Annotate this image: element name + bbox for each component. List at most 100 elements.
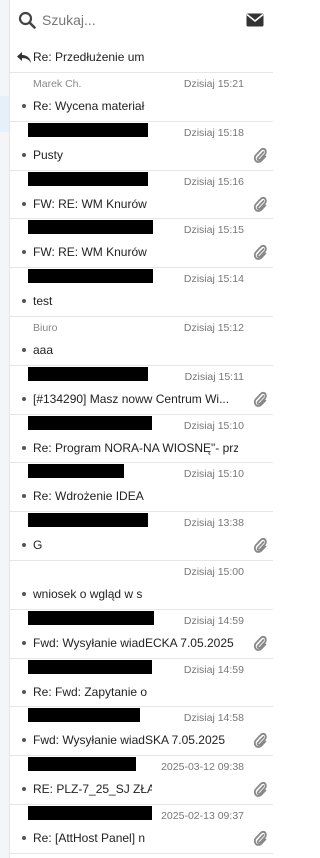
subject-text-tail: NA WIOSNĘ"- prz... [143,440,238,455]
message-row[interactable]: Dzisiaj 14:59 Re: Fwd: Zapytanie o [10,659,273,708]
message-row[interactable]: Dzisiaj 15:11 [#134290] Masz noww Centrum… [10,366,273,415]
search-header [10,0,273,42]
message-row[interactable]: Dzisiaj 15:16 FW: RE: WM Knurów [10,171,273,220]
message-list-pane: Re: Przedłużenie um Marek Ch. Dzisiaj 15:… [0,0,273,858]
unread-dot [22,591,26,596]
message-row[interactable]: 2025-03-12 09:38 RE: PLZ-7_25_SJ ZŁA [10,756,273,805]
message-subject: G [33,537,183,553]
redacted-sender [28,610,154,625]
message-row[interactable]: Dzisiaj 15:10 Re: Wdrożenie IDEA [10,463,273,513]
message-date: 2025-02-13 09:37 [161,809,244,822]
unread-dot [22,152,26,157]
unread-dot [22,543,26,548]
paperclip-icon [253,635,267,651]
subject-text: Re: Program NORA- [33,440,144,455]
envelope-icon[interactable] [246,12,264,28]
unread-dot [22,787,26,792]
message-row[interactable]: Dzisiaj 14:58 Fwd: Wysyłanie wiadSKA 7.05… [10,707,273,757]
redacted-sender [28,659,152,674]
thread-subject: Re: Przedłużenie um [33,50,145,64]
subject-text-tail: w Centrum Wi... [143,391,230,406]
paperclip-icon [253,147,267,163]
unread-dot [22,835,26,840]
subject-text: Re: Fwd: Zapytanie o [33,684,148,699]
subject-text: FW: RE: WM Knurów [33,245,147,260]
subject-text-tail: ECKA 7.05.2025 [144,635,234,650]
message-date: Dzisiaj 15:12 [183,321,244,334]
message-date: Dzisiaj 13:38 [183,517,244,530]
message-date: Dzisiaj 15:21 [183,78,244,90]
message-subject: Re: Fwd: Zapytanie o [33,684,149,700]
message-subject: FW: RE: WM Knurów [33,196,153,212]
redacted-sender [28,220,153,235]
redacted-sender [28,464,124,479]
message-date: Dzisiaj 15:18 [183,126,244,139]
message-date: Dzisiaj 15:14 [183,273,244,286]
redacted-sender [28,269,153,284]
message-row[interactable]: Dzisiaj 15:10 Re: Program NORA-NA WIOSNĘ"… [10,415,273,464]
subject-text: FW: RE: WM Knurów [33,196,147,211]
message-date: Dzisiaj 14:59 [183,614,244,627]
redacted-sender [28,122,148,137]
subject-text: test [33,294,53,309]
unread-dot [22,445,26,450]
subject-text: Fwd: Wysyłanie wiad [33,733,145,748]
message-row[interactable]: Dzisiaj 15:15 FW: RE: WM Knurów [10,219,273,269]
redacted-sender [28,171,148,186]
search-icon[interactable] [18,11,36,29]
message-subject: Re: Program NORA-NA WIOSNĘ"- prz... [33,440,238,456]
subject-text: Pusty [33,147,64,162]
paperclip-icon [253,733,267,749]
message-row[interactable]: Dzisiaj 15:00 wniosek o wgląd w s [10,561,273,610]
message-date: Dzisiaj 14:58 [183,712,244,725]
message-subject: Fwd: Wysyłanie wiadECKA 7.05.2025 [33,635,238,651]
subject-text: G [33,538,43,553]
message-subject: test [33,293,183,309]
redacted-sender [28,708,140,723]
search-input[interactable] [42,9,232,31]
sender-name: Biuro [33,321,58,334]
paperclip-icon [253,196,267,212]
message-row[interactable]: Biuro Dzisiaj 15:12 aaa [10,317,273,366]
thread-header-row[interactable]: Re: Przedłużenie um [10,42,273,73]
subject-text: Re: Wdrożenie IDEA [33,489,144,504]
message-subject: aaa [33,342,183,358]
paperclip-icon [253,830,267,846]
unread-dot [22,250,26,255]
message-row[interactable]: Dzisiaj 15:18 Pusty [10,122,273,171]
subject-text: RE: PLZ-7_25_SJ ZŁA [33,782,152,797]
unread-dot [22,494,26,499]
message-subject: RE: PLZ-7_25_SJ ZŁA [33,781,152,797]
message-subject: Pusty [33,147,183,163]
message-date: Dzisiaj 15:10 [183,419,244,432]
unread-dot [22,640,26,645]
unread-dot [22,104,26,108]
redacted-sender [28,415,152,430]
subject-text-tail: SKA 7.05.2025 [144,733,226,748]
subject-text: Re: [AttHost Panel] n [33,830,146,845]
message-subject: Re: Wycena materiał [33,98,147,114]
unread-dot [22,738,26,743]
paperclip-icon [253,245,267,261]
paperclip-icon [253,782,267,798]
message-date: Dzisiaj 15:11 [184,370,244,383]
message-subject: wniosek o wgląd w s [33,586,154,602]
message-list: Marek Ch. Dzisiaj 15:21 Re: Wycena materia… [10,73,273,854]
paperclip-icon [253,391,267,407]
redacted-sender [28,805,152,820]
message-date: 2025-03-12 09:38 [161,761,244,774]
folder-strip [0,0,10,858]
unread-dot [22,689,26,694]
unread-dot [22,201,26,206]
message-row[interactable]: 2025-02-13 09:37 Re: [AttHost Panel] n [10,805,273,854]
message-row[interactable]: Dzisiaj 15:14 test [10,268,273,317]
subject-text: aaa [33,342,54,357]
sender-name: Marek Ch. [33,78,82,90]
message-date: Dzisiaj 14:59 [183,663,244,676]
message-date: Dzisiaj 15:16 [183,175,244,188]
message-row[interactable]: Dzisiaj 14:59 Fwd: Wysyłanie wiadECKA 7.0… [10,610,273,659]
redacted-sender [28,513,148,528]
message-subject: Re: Wdrożenie IDEA [33,488,153,504]
message-row[interactable]: Dzisiaj 13:38 G [10,512,273,561]
message-row[interactable]: Marek Ch. Dzisiaj 15:21 Re: Wycena materia… [10,73,273,122]
